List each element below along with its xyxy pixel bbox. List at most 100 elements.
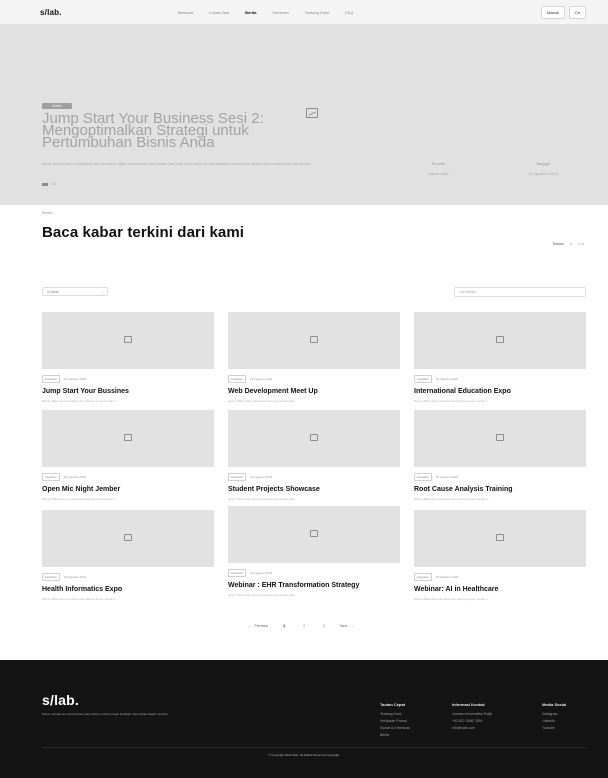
card-thumbnail[interactable] <box>228 506 400 563</box>
footer-col-head: Media Sosial <box>542 702 567 707</box>
menu-item-tentang[interactable]: Tentang Kami <box>305 10 329 15</box>
footer-link[interactable]: info@slab.com <box>452 726 492 730</box>
news-grid: Kegiatan 19 Agustus 2024 Jump Start Your… <box>42 312 586 608</box>
category-tag[interactable]: Kegiatan <box>414 375 432 383</box>
card-excerpt: Event offline dan meliputi kemampuan des… <box>228 399 297 403</box>
card-date: 19 Agustus 2024 <box>249 475 273 479</box>
footer-link-youtube[interactable]: Youtube <box>542 726 566 730</box>
login-button[interactable]: Masuk <box>541 6 565 19</box>
page-2[interactable]: 2 <box>300 622 308 630</box>
menu-item-pameran[interactable]: Pameran <box>272 10 288 15</box>
card-title[interactable]: Open Mic Night Jember <box>42 486 214 493</box>
card-title[interactable]: Webinar : EHR Transformation Strategy <box>228 582 400 589</box>
news-card[interactable]: Kegiatan 19 Agustus 2024 Student Project… <box>228 410 400 501</box>
category-tag[interactable]: Kegiatan <box>228 569 246 577</box>
prev-page-button[interactable]: ← Previous <box>248 624 268 628</box>
footer-link-linkedin[interactable]: LinkedIn <box>542 719 566 723</box>
image-placeholder-icon <box>496 434 504 441</box>
news-card[interactable]: Kegiatan 19 Agustus 2024 Health Informat… <box>42 510 214 601</box>
menu-item-berita[interactable]: Berita <box>245 10 256 15</box>
cta-button[interactable]: Ce <box>568 6 586 19</box>
footer-logo[interactable]: s/lab. <box>42 692 79 708</box>
footer-link[interactable]: Berita <box>380 733 410 737</box>
card-thumbnail[interactable] <box>228 312 400 369</box>
news-card[interactable]: Kegiatan 19 Agustus 2024 Jump Start Your… <box>42 312 214 403</box>
card-meta: Kegiatan 19 Agustus 2024 <box>42 473 214 481</box>
card-excerpt: Bisnis offlike dari membaca dan bekerja … <box>42 597 118 601</box>
footer-link[interactable]: +62 812 3456 7890 <box>452 719 492 723</box>
menu-item-faq[interactable]: FAQ <box>345 10 353 15</box>
footer-divider <box>42 747 586 748</box>
card-thumbnail[interactable] <box>228 410 400 467</box>
hero-banner[interactable]: Event Jump Start Your Business Sesi 2: M… <box>0 24 608 205</box>
next-page-button[interactable]: Next → <box>340 624 354 628</box>
footer-link[interactable]: Syarat & Ketentuan <box>380 726 410 730</box>
image-placeholder-icon <box>496 336 504 343</box>
sort-option[interactable]: A <box>570 242 572 246</box>
sort-option[interactable]: Z-A <box>578 242 584 246</box>
news-card[interactable]: Kegiatan 19 Agustus 2024 Webinar : EHR T… <box>228 506 400 597</box>
page-1[interactable]: 1 <box>280 622 288 630</box>
news-card[interactable]: Kegiatan 19 Agustus 2024 Web Development… <box>228 312 400 403</box>
news-card[interactable]: Kegiatan 19 Agustus 2024 International E… <box>414 312 586 403</box>
card-title[interactable]: Root Cause Analysis Training <box>414 486 586 493</box>
card-thumbnail[interactable] <box>42 410 214 467</box>
card-title[interactable]: Health Informatics Expo <box>42 586 214 593</box>
category-tag[interactable]: Kegiatan <box>414 573 432 581</box>
footer-link[interactable]: Tentang Kami <box>380 712 410 716</box>
footer-link-instagram[interactable]: Instagram <box>542 712 566 716</box>
category-tag[interactable]: Kegiatan <box>414 473 432 481</box>
menu-item-beranda[interactable]: Beranda <box>178 10 193 15</box>
card-title[interactable]: Jump Start Your Bussines <box>42 388 214 395</box>
main-menu: Beranda Lokasi Jual Berita Pameran Tenta… <box>178 0 369 24</box>
footer-col-quick-links: Tautan Cepat Tentang Kami Kebijakan Priv… <box>380 702 410 740</box>
news-card[interactable]: Kegiatan 19 Agustus 2024 Webinar: AI in … <box>414 510 586 601</box>
sort-control[interactable]: Terbaru A Z-A <box>552 242 584 246</box>
card-thumbnail[interactable] <box>414 410 586 467</box>
card-excerpt: Bisnis offlike dari membaca dan bekerja … <box>414 597 490 601</box>
category-tag[interactable]: Kegiatan <box>42 375 60 383</box>
footer-link[interactable]: Jurusan Informatika Polije <box>452 712 492 716</box>
card-title[interactable]: Student Projects Showcase <box>228 486 400 493</box>
card-thumbnail[interactable] <box>42 312 214 369</box>
image-placeholder-icon <box>306 108 318 118</box>
card-excerpt: Bisnis offlike dari membaca dan bekerja … <box>414 399 490 403</box>
card-date: 19 Agustus 2024 <box>435 377 459 381</box>
arrow-right-icon: → <box>350 624 354 628</box>
news-card[interactable]: Kegiatan 19 Agustus 2024 Open Mic Night … <box>42 410 214 501</box>
nav-actions: Masuk Ce <box>541 6 586 19</box>
sort-label[interactable]: Terbaru <box>552 242 564 246</box>
card-excerpt: Bisnis offlike dari membaca dan bekerja … <box>42 497 118 501</box>
category-tag[interactable]: Kegiatan <box>228 375 246 383</box>
hero-slider-indicator[interactable]: 1/3 <box>42 182 56 186</box>
footer-link[interactable]: Kebijakan Privasi <box>380 719 410 723</box>
filter-select-value: Urutkan <box>47 289 60 294</box>
page-3[interactable]: 3 <box>320 622 328 630</box>
card-meta: Kegiatan 19 Agustus 2024 <box>42 573 214 581</box>
hero-meta-date: Tanggal 19 Agustus 2024 <box>528 161 558 176</box>
site-logo[interactable]: s/lab. <box>40 8 62 17</box>
category-tag[interactable]: Kegiatan <box>42 473 60 481</box>
card-meta: Kegiatan 19 Agustus 2024 <box>228 375 400 383</box>
card-excerpt: Bisnis offlike dari membaca dan bekerja … <box>42 399 118 403</box>
hero-meta-author: Penulis Admin Slab <box>428 161 448 176</box>
image-placeholder-icon <box>124 434 132 441</box>
card-title[interactable]: Web Development Meet Up <box>228 388 400 395</box>
filter-select[interactable]: Urutkan ⌄ <box>42 287 108 296</box>
news-card[interactable]: Kegiatan 19 Agustus 2024 Root Cause Anal… <box>414 410 586 501</box>
card-thumbnail[interactable] <box>42 510 214 567</box>
meta-label: Penulis <box>431 161 445 166</box>
card-title[interactable]: Webinar: AI in Healthcare <box>414 586 586 593</box>
prev-label: Previous <box>254 624 269 628</box>
meta-value: 19 Agustus 2024 <box>528 171 558 176</box>
hero-description: Bisnis menjadi lebih menjanjikan dan eko… <box>42 162 312 166</box>
category-tag[interactable]: Kegiatan <box>42 573 60 581</box>
card-title[interactable]: International Education Expo <box>414 388 586 395</box>
category-tag[interactable]: Kegiatan <box>228 473 246 481</box>
card-thumbnail[interactable] <box>414 312 586 369</box>
card-thumbnail[interactable] <box>414 510 586 567</box>
hero-badge: Event <box>42 103 72 109</box>
menu-item-lokasi[interactable]: Lokasi Jual <box>209 10 229 15</box>
search-input[interactable]: Cari Berita <box>454 287 586 297</box>
card-meta: Kegiatan 19 Agustus 2024 <box>414 473 586 481</box>
